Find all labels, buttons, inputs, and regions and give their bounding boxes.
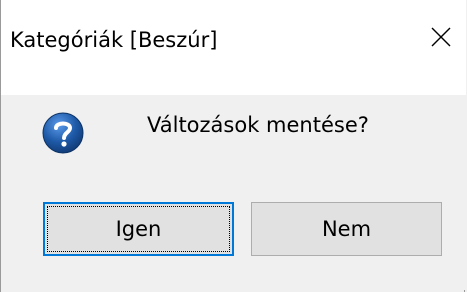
message-dialog: Kategóriák [Beszúr] Változások mentése? [0,0,466,292]
close-button[interactable] [420,12,466,62]
yes-button[interactable]: Igen [43,202,234,256]
yes-button-label: Igen [115,217,162,241]
question-icon [42,112,84,154]
close-icon [431,27,451,47]
title-bar: Kategóriák [Beszúr] [1,0,466,95]
no-button[interactable]: Nem [251,202,442,256]
dialog-content: Változások mentése? Igen Nem [1,95,466,290]
no-button-label: Nem [321,217,372,241]
window-title: Kategóriák [Beszúr] [10,28,218,52]
dialog-message: Változások mentése? [147,113,369,137]
